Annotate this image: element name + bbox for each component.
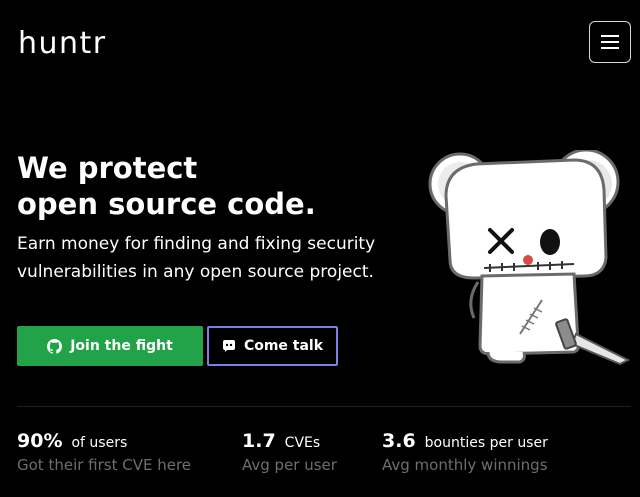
stat-caption: Avg monthly winnings xyxy=(382,456,548,474)
talk-button-label: Come talk xyxy=(243,338,324,354)
page-title: We protect open source code. xyxy=(17,150,316,222)
discord-icon xyxy=(222,339,236,353)
headline-line-1: We protect xyxy=(17,151,198,185)
stat-value: 3.6 xyxy=(382,430,416,452)
stat-bounties-per-user: 3.6 bounties per user Avg monthly winnin… xyxy=(382,430,548,474)
come-talk-button[interactable]: Come talk xyxy=(207,326,338,366)
stat-cves-per-user: 1.7 CVEs Avg per user xyxy=(242,430,337,474)
stat-unit: bounties per user xyxy=(424,435,548,451)
stat-unit: CVEs xyxy=(284,435,321,451)
join-the-fight-button[interactable]: Join the fight xyxy=(17,326,203,366)
join-button-label: Join the fight xyxy=(70,338,173,354)
subtitle-line-2: vulnerabilities in any open source proje… xyxy=(17,262,374,282)
site-logo[interactable]: huntr xyxy=(18,26,107,61)
stat-first-cve: 90% of users Got their first CVE here xyxy=(17,430,191,474)
stat-caption: Avg per user xyxy=(242,456,337,474)
github-icon xyxy=(47,338,63,354)
page: huntr We protect open source code. Earn … xyxy=(0,0,640,497)
mascot-illustration xyxy=(424,148,632,370)
hamburger-menu-icon xyxy=(600,34,620,50)
stat-value: 90% xyxy=(17,430,63,452)
stat-value: 1.7 xyxy=(242,430,276,452)
subtitle-line-1: Earn money for finding and fixing securi… xyxy=(17,234,376,254)
section-divider xyxy=(17,406,631,407)
headline-line-2: open source code. xyxy=(17,187,316,221)
stat-unit: of users xyxy=(71,435,128,451)
hero-subtitle: Earn money for finding and fixing securi… xyxy=(17,230,417,286)
stat-caption: Got their first CVE here xyxy=(17,456,192,474)
menu-button[interactable] xyxy=(589,21,631,63)
